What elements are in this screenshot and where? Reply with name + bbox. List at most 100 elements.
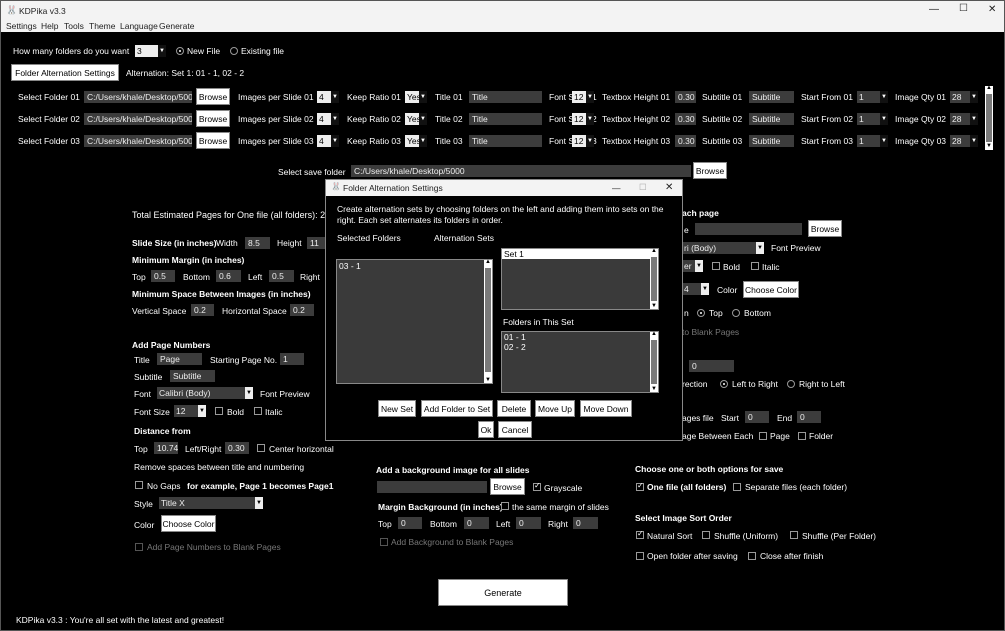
scroll-up-icon[interactable]: ▲ [651,331,657,337]
scroll-thumb[interactable] [651,257,657,301]
pn-italic-checkbox[interactable] [254,407,262,415]
scroll-thumb[interactable] [485,268,491,372]
grayscale-checkbox[interactable] [533,481,541,491]
close-icon[interactable]: ✕ [988,4,996,16]
new-set-button[interactable]: New Set [378,400,416,417]
cancel-button[interactable]: Cancel [498,421,532,438]
open-after-checkbox[interactable] [636,552,644,560]
save-browse-button[interactable]: Browse [693,162,727,179]
d-lr-input[interactable]: 0.30 [225,442,249,454]
right-path-input[interactable] [695,223,802,235]
right-browse-button[interactable]: Browse [808,220,842,237]
start-from-select[interactable]: 1 ▼ [857,135,888,147]
scroll-down-icon[interactable]: ▼ [651,386,657,392]
font-size-select[interactable]: 12 ▼ [572,113,594,125]
delete-button[interactable]: Delete [497,400,531,417]
right-font-select[interactable]: ri (Body) ▼ [682,242,764,254]
subtitle-input[interactable]: Subtitle [749,91,794,103]
hspace-input[interactable]: 0.2 [290,304,314,316]
image-qty-select[interactable]: 28 ▼ [950,91,978,103]
subtitle-input[interactable]: Subtitle [749,135,794,147]
image-qty-select[interactable]: 28 ▼ [950,113,978,125]
font-size-select[interactable]: 12 ▼ [572,91,594,103]
scroll-down-icon[interactable]: ▼ [485,377,491,383]
ok-button[interactable]: Ok [478,421,494,438]
subtitle-input[interactable]: Subtitle [749,113,794,125]
folders-count-select[interactable]: 3 ▼ [135,45,166,57]
selected-folders-scrollbar[interactable]: ▲ ▼ [484,259,492,383]
images-per-slide-select[interactable]: 4 ▼ [317,135,339,147]
no-gaps-checkbox[interactable] [135,481,143,489]
right-top-radio[interactable] [697,309,705,317]
right-start-input[interactable]: 0 [745,411,769,423]
dialog-close-icon[interactable]: ✕ [665,182,673,194]
right-italic-checkbox[interactable] [751,262,759,270]
image-qty-select[interactable]: 28 ▼ [950,135,978,147]
images-per-slide-select[interactable]: 4 ▼ [317,91,339,103]
alternation-sets-scrollbar[interactable]: ▲ ▼ [650,248,658,309]
bg-top-input[interactable]: 0 [398,517,422,529]
scroll-up-icon[interactable]: ▲ [651,248,657,254]
selected-folders-list[interactable]: 03 - 1 ▲ ▼ [336,259,493,384]
pn-choose-color-button[interactable]: Choose Color [161,515,216,532]
pn-title-input[interactable]: Page [157,353,202,365]
keep-ratio-select[interactable]: Yes ▼ [405,91,427,103]
start-from-select[interactable]: 1 ▼ [857,113,888,125]
dialog-maximize-icon[interactable]: ☐ [639,181,647,193]
move-up-button[interactable]: Move Up [535,400,575,417]
existing-file-radio[interactable] [230,47,238,55]
shuffle-uniform-checkbox[interactable] [702,531,710,539]
font-select[interactable]: Calibri (Body) ▼ [157,387,253,399]
images-per-slide-select[interactable]: 4 ▼ [317,113,339,125]
scroll-thumb[interactable] [651,340,657,384]
title-input[interactable]: Title [469,91,542,103]
menu-language[interactable]: Language [120,20,158,32]
folder-path-input[interactable]: C:/Users/khale/Desktop/500 [84,135,192,147]
vspace-input[interactable]: 0.2 [191,304,214,316]
maximize-icon[interactable]: ☐ [959,3,968,15]
right-choose-color-button[interactable]: Choose Color [743,281,799,298]
folder-alternation-button[interactable]: Folder Alternation Settings [11,64,119,81]
right-end-input[interactable]: 0 [797,411,821,423]
folders-in-set-scrollbar[interactable]: ▲ ▼ [650,331,658,392]
right-er-select[interactable]: er ▼ [682,260,703,272]
ltr-radio[interactable] [720,380,728,388]
textbox-height-input[interactable]: 0.30 [675,113,696,125]
menu-help[interactable]: Help [41,20,58,32]
generate-button[interactable]: Generate [438,579,568,606]
bg-bottom-input[interactable]: 0 [464,517,489,529]
list-item[interactable]: Set 1 [502,249,650,259]
scroll-up-icon[interactable]: ▲ [986,85,992,91]
start-from-select[interactable]: 1 ▼ [857,91,888,103]
d-top-input[interactable]: 10.74 [154,442,178,454]
list-item[interactable]: 03 - 1 [337,260,492,272]
one-file-checkbox[interactable] [636,481,644,491]
alternation-sets-list[interactable]: Set 1 ▲ ▼ [501,248,659,310]
separate-files-checkbox[interactable] [733,483,741,491]
new-file-radio[interactable] [176,47,184,55]
move-down-button[interactable]: Move Down [580,400,632,417]
start-page-input[interactable]: 1 [280,353,304,365]
right-bottom-radio[interactable] [732,309,740,317]
folder-path-input[interactable]: C:/Users/khale/Desktop/500 [84,91,192,103]
keep-ratio-select[interactable]: Yes ▼ [405,135,427,147]
save-folder-input[interactable]: C:/Users/khale/Desktop/5000 [351,165,691,177]
rtl-radio[interactable] [787,380,795,388]
font-size-select[interactable]: 12 ▼ [572,135,594,147]
list-item[interactable]: 02 - 2 [502,342,658,352]
folders-scrollbar[interactable]: ▲ ▼ [985,85,993,150]
right-size-select[interactable]: 4 ▼ [682,283,709,295]
bg-blank-checkbox[interactable] [380,538,388,546]
bg-left-input[interactable]: 0 [516,517,541,529]
menu-tools[interactable]: Tools [64,20,84,32]
bg-browse-button[interactable]: Browse [490,478,525,495]
folder-path-input[interactable]: C:/Users/khale/Desktop/500 [84,113,192,125]
fontsize-select[interactable]: 12 ▼ [174,405,206,417]
bg-path-input[interactable] [377,481,487,493]
same-margin-checkbox[interactable] [501,502,509,510]
folder-browse-button[interactable]: Browse [196,132,230,149]
shuffle-per-folder-checkbox[interactable] [790,531,798,539]
pn-subtitle-input[interactable]: Subtitle [170,370,215,382]
right-bold-checkbox[interactable] [712,262,720,270]
dialog-minimize-icon[interactable]: — [612,182,621,194]
